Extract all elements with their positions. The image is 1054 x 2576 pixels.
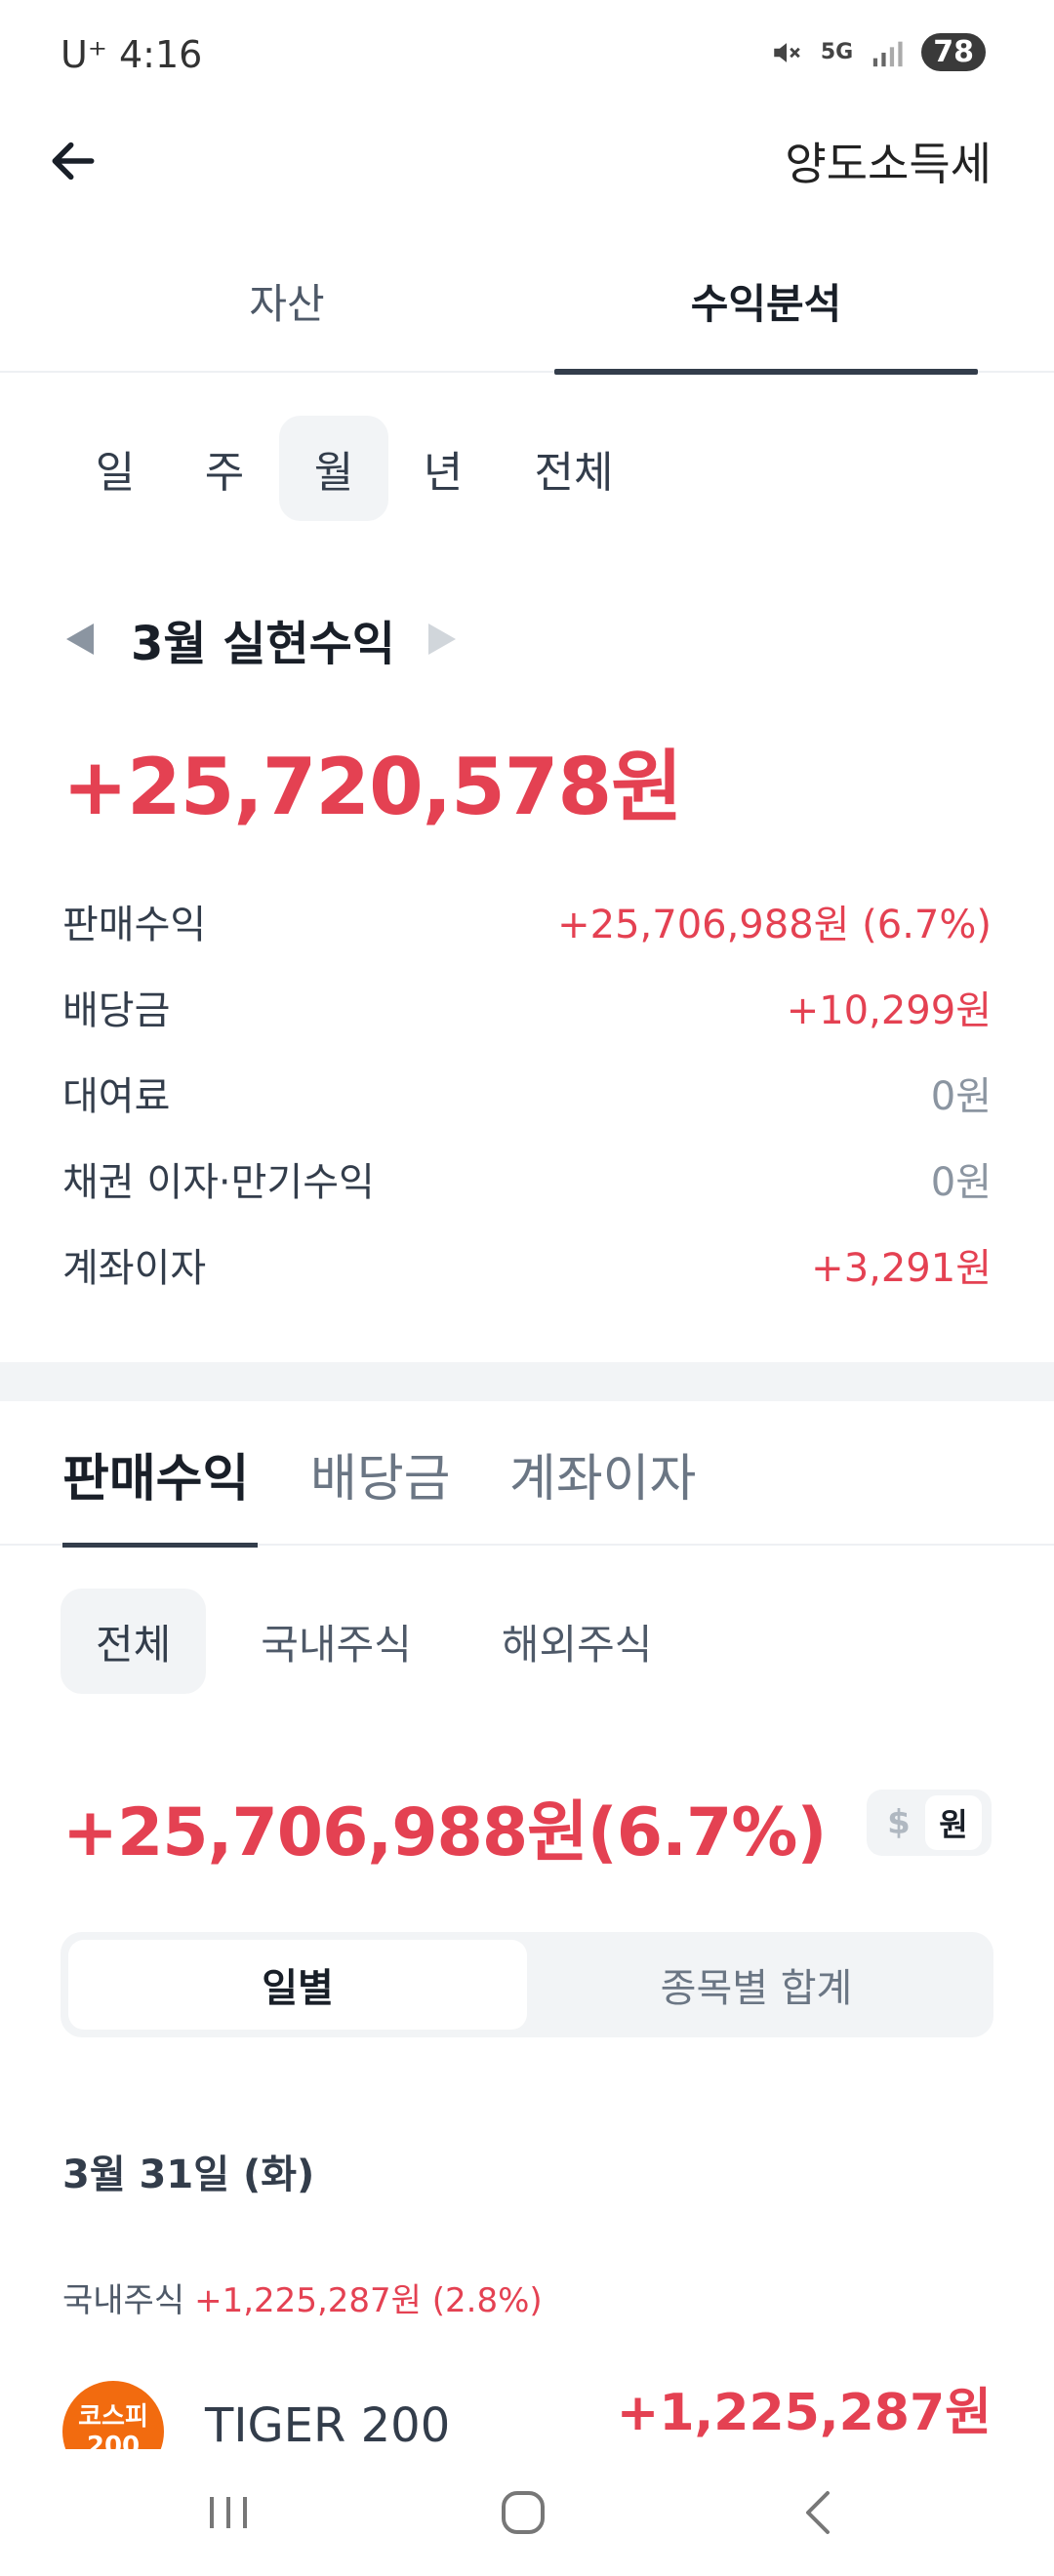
next-month-icon[interactable] — [427, 624, 456, 655]
segment-by-stock-total[interactable]: 종목별 합계 — [527, 1940, 986, 2030]
prev-month-icon[interactable] — [66, 624, 94, 655]
arrow-left-icon — [52, 141, 95, 181]
breakdown-value: +10,299원 — [786, 988, 992, 1033]
system-back-button[interactable] — [759, 2469, 876, 2556]
stock-name: TIGER 200 — [205, 2398, 451, 2453]
home-button[interactable] — [465, 2469, 582, 2556]
home-icon — [502, 2491, 545, 2534]
month-label: 3월 실현수익 — [131, 617, 395, 671]
carrier-label: U⁺ — [61, 33, 107, 76]
currency-won-option[interactable]: 원 — [925, 1795, 982, 1850]
tab-sales-profit[interactable]: 판매수익 — [62, 1401, 258, 1548]
tab-label: 자산 — [249, 280, 325, 328]
view-mode-segment: 일별 종목별 합계 — [61, 1932, 993, 2037]
tab-label: 배당금 — [310, 1449, 451, 1509]
capital-gains-tax-link[interactable]: 양도소득세 — [785, 129, 992, 193]
currency-dollar-option[interactable]: $ — [872, 1803, 925, 1842]
breakdown-row-sales: 판매수익 +25,706,988원 (6.7%) — [62, 878, 992, 964]
profit-breakdown: 판매수익 +25,706,988원 (6.7%) 배당금 +10,299원 대여… — [62, 878, 992, 1308]
breakdown-label: 판매수익 — [62, 903, 207, 947]
segment-daily[interactable]: 일별 — [68, 1940, 527, 2030]
tab-dividend[interactable]: 배당금 — [310, 1401, 451, 1546]
breakdown-label: 대여료 — [62, 1074, 171, 1119]
breakdown-row-lending-fee: 대여료 0원 — [62, 1050, 992, 1136]
currency-toggle[interactable]: $ 원 — [867, 1790, 992, 1856]
breakdown-value: 0원 — [930, 1160, 992, 1205]
breakdown-value: +25,706,988원 (6.7%) — [557, 903, 992, 947]
tab-profit-analysis[interactable]: 수익분석 — [554, 244, 978, 375]
signal-icon — [873, 41, 903, 66]
app-header: 양도소득세 — [0, 107, 1054, 215]
network-type-label: 5G — [820, 40, 854, 64]
breakdown-value: 0원 — [930, 1074, 992, 1119]
tab-assets[interactable]: 자산 — [131, 244, 443, 373]
period-day[interactable]: 일 — [61, 416, 170, 521]
status-time: U⁺ 4:16 — [61, 33, 202, 76]
period-selector: 일 주 월 년 전체 — [61, 416, 650, 521]
profit-type-tabs: 판매수익 배당금 계좌이자 — [0, 1401, 1054, 1548]
status-icons: 5G 78 — [770, 33, 986, 71]
breakdown-row-dividend: 배당금 +10,299원 — [62, 964, 992, 1050]
breakdown-label: 채권 이자·만기수익 — [62, 1160, 375, 1205]
breakdown-row-bond-interest: 채권 이자·만기수익 0원 — [62, 1136, 992, 1222]
market-summary-value: +1,225,287원 (2.8%) — [194, 2281, 543, 2320]
tab-label: 수익분석 — [690, 280, 842, 328]
period-week[interactable]: 주 — [170, 416, 279, 521]
market-filter: 전체 국내주식 해외주식 — [61, 1589, 687, 1694]
clock: 4:16 — [118, 33, 203, 76]
chevron-left-icon — [806, 2491, 830, 2534]
market-summary-label: 국내주식 — [62, 2281, 185, 2320]
filter-domestic-stock[interactable]: 국내주식 — [225, 1589, 447, 1694]
market-summary: 국내주식 +1,225,287원 (2.8%) — [62, 2274, 543, 2321]
breakdown-value: +3,291원 — [811, 1246, 992, 1291]
period-year[interactable]: 년 — [388, 416, 498, 521]
stock-profit: +1,225,287원 — [616, 2384, 992, 2442]
filter-foreign-stock[interactable]: 해외주식 — [466, 1589, 688, 1694]
breakdown-row-account-interest: 계좌이자 +3,291원 — [62, 1222, 992, 1308]
realized-profit-total: +25,720,578원 — [62, 742, 683, 832]
mute-icon — [774, 42, 800, 62]
period-month[interactable]: 월 — [279, 416, 388, 521]
recent-apps-icon — [210, 2497, 247, 2528]
section-divider — [0, 1362, 1054, 1401]
breakdown-label: 계좌이자 — [62, 1246, 207, 1291]
sales-profit-total: +25,706,988원(6.7%) — [62, 1794, 827, 1872]
back-button[interactable] — [39, 127, 107, 195]
stock-logo-line1: 코스피 — [78, 2402, 148, 2432]
battery-indicator: 78 — [921, 33, 986, 71]
filter-all[interactable]: 전체 — [61, 1589, 207, 1694]
tab-account-interest[interactable]: 계좌이자 — [509, 1401, 696, 1546]
recent-apps-button[interactable] — [170, 2469, 287, 2556]
top-tabs: 자산 수익분석 — [0, 244, 1054, 375]
tab-label: 판매수익 — [62, 1449, 250, 1509]
status-bar: U⁺ 4:16 5G 78 — [0, 0, 1054, 107]
month-navigator: 3월 실현수익 — [66, 605, 456, 673]
breakdown-label: 배당금 — [62, 988, 171, 1033]
system-nav-bar — [0, 2449, 1054, 2576]
tab-label: 계좌이자 — [509, 1449, 697, 1509]
period-all[interactable]: 전체 — [498, 416, 650, 521]
date-heading: 3월 31일 (화) — [62, 2153, 315, 2197]
